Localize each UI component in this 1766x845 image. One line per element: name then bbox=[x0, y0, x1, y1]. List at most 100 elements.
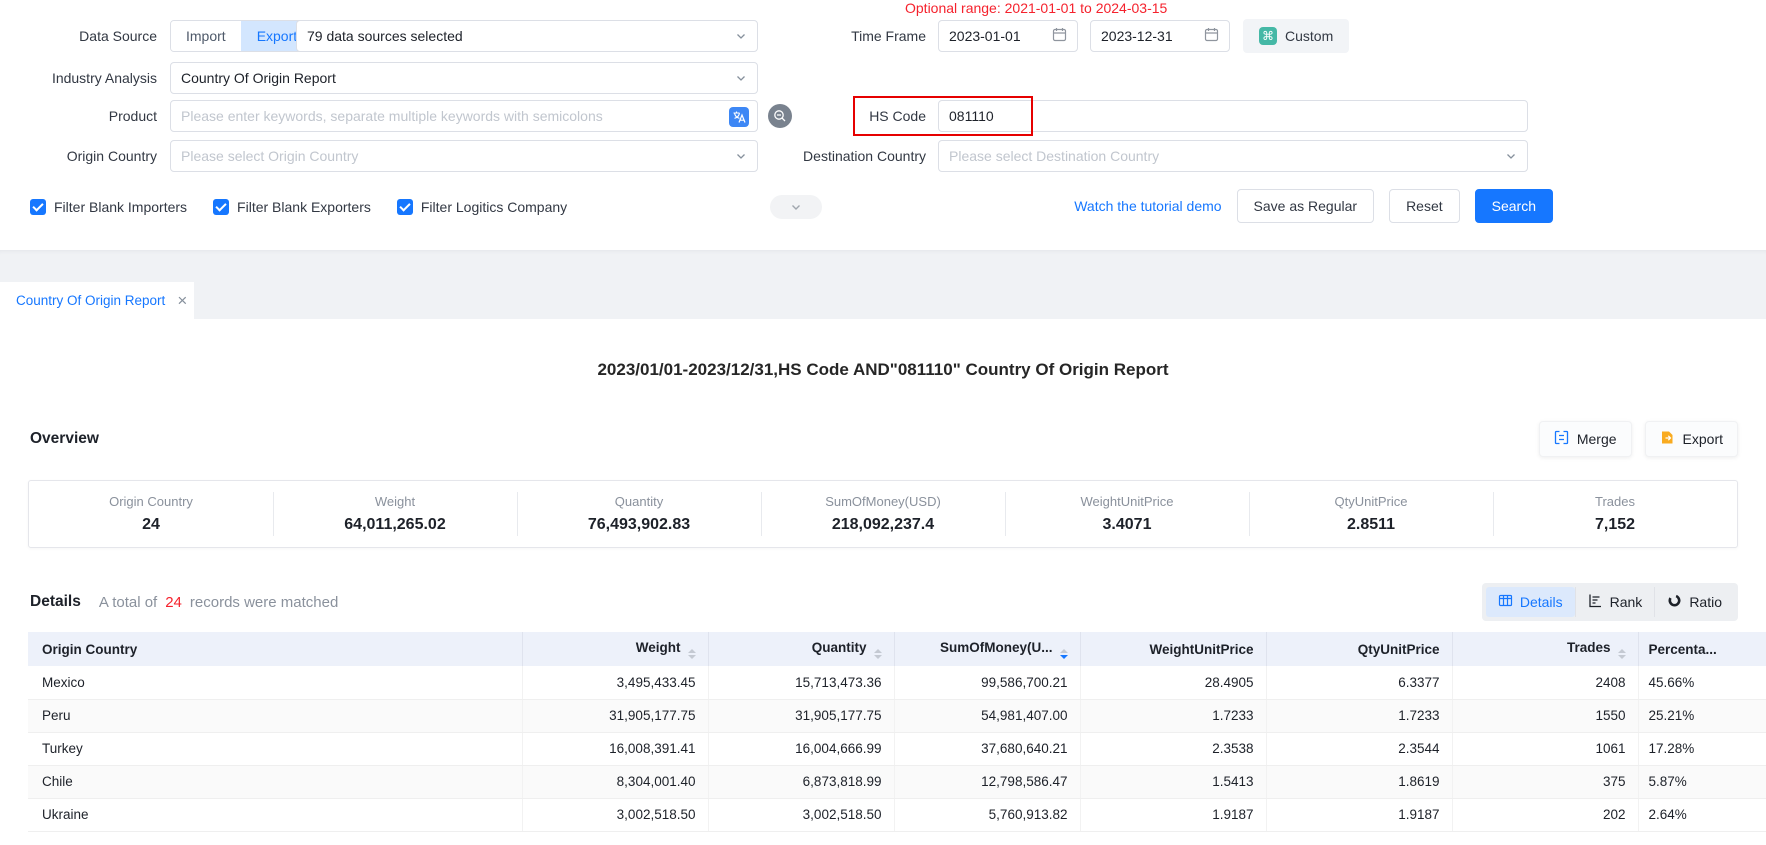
cell-weight: 3,495,433.45 bbox=[522, 666, 708, 699]
filter-checkbox-filter-logitics-company[interactable]: Filter Logitics Company bbox=[397, 199, 567, 215]
hs-code-input[interactable]: 081110 bbox=[938, 100, 1528, 132]
app-root: Optional range: 2021-01-01 to 2024-03-15… bbox=[0, 0, 1766, 845]
rank-chart-icon bbox=[1588, 593, 1603, 611]
table-header-row: Origin Country Weight Quantity SumOfMoney(U… bbox=[28, 632, 1766, 666]
stat-label: Weight bbox=[273, 494, 517, 509]
close-icon[interactable]: × bbox=[177, 292, 187, 309]
data-source-select[interactable]: 79 data sources selected bbox=[296, 20, 758, 52]
cell-weightunitprice: 28.4905 bbox=[1080, 666, 1266, 699]
stat-qtyunitprice: QtyUnitPrice2.8511 bbox=[1249, 494, 1493, 534]
sort-icon[interactable] bbox=[874, 649, 882, 659]
stat-trades: Trades7,152 bbox=[1493, 494, 1737, 534]
stat-sumofmoney-usd: SumOfMoney(USD)218,092,237.4 bbox=[761, 494, 1005, 534]
checkbox-icon bbox=[397, 199, 413, 215]
view-ratio-button[interactable]: Ratio bbox=[1654, 587, 1734, 617]
save-as-regular-button[interactable]: Save as Regular bbox=[1237, 189, 1375, 223]
column-header-qtyunitprice: QtyUnitPrice bbox=[1266, 632, 1452, 666]
cell-qtyunitprice: 2.3544 bbox=[1266, 732, 1452, 765]
search-button[interactable]: Search bbox=[1475, 189, 1553, 223]
sort-icon[interactable] bbox=[1618, 649, 1626, 659]
total-count: 24 bbox=[165, 594, 182, 611]
cell-origin-country: Mexico bbox=[28, 666, 522, 699]
column-header-trades[interactable]: Trades bbox=[1452, 632, 1638, 666]
cell-weight: 8,304,001.40 bbox=[522, 765, 708, 798]
column-label: Weight bbox=[636, 640, 681, 655]
stat-value: 64,011,265.02 bbox=[273, 516, 517, 534]
cell-quantity: 31,905,177.75 bbox=[708, 699, 894, 732]
row-filter-actions: Filter Blank Importers Filter Blank Expor… bbox=[0, 190, 1766, 224]
export-label: Export bbox=[1683, 431, 1723, 447]
checkbox-icon bbox=[30, 199, 46, 215]
filter-actions: Watch the tutorial demo Save as Regular … bbox=[1074, 189, 1553, 223]
view-rank-button[interactable]: Rank bbox=[1575, 587, 1655, 617]
industry-analysis-select[interactable]: Country Of Origin Report bbox=[170, 62, 758, 94]
destination-country-label: Destination Country bbox=[700, 140, 926, 172]
stat-label: QtyUnitPrice bbox=[1249, 494, 1493, 509]
optional-range-note: Optional range: 2021-01-01 to 2024-03-15 bbox=[905, 0, 1167, 16]
start-date-input[interactable]: 2023-01-01 bbox=[938, 20, 1078, 52]
import-toggle[interactable]: Import bbox=[171, 21, 241, 51]
cell-percenta: 45.66% bbox=[1638, 666, 1766, 699]
checkbox-label: Filter Blank Importers bbox=[54, 199, 187, 215]
view-toggle-group: DetailsRankRatio bbox=[1482, 583, 1738, 621]
table-row-mexico: Mexico3,495,433.4515,713,473.3699,586,70… bbox=[28, 666, 1766, 699]
collapse-filters-button[interactable] bbox=[770, 195, 822, 219]
overview-header: Overview Merge Export bbox=[30, 420, 1738, 458]
stat-label: SumOfMoney(USD) bbox=[761, 494, 1005, 509]
product-placeholder: Please enter keywords, separate multiple… bbox=[181, 108, 747, 124]
cell-weightunitprice: 1.9187 bbox=[1080, 798, 1266, 831]
table-row-ukraine: Ukraine3,002,518.503,002,518.505,760,913… bbox=[28, 798, 1766, 831]
cell-trades: 1061 bbox=[1452, 732, 1638, 765]
merge-button[interactable]: Merge bbox=[1539, 421, 1632, 457]
column-header-weight[interactable]: Weight bbox=[522, 632, 708, 666]
column-header-quantity[interactable]: Quantity bbox=[708, 632, 894, 666]
checkbox-label: Filter Blank Exporters bbox=[237, 199, 371, 215]
column-header-origin-country: Origin Country bbox=[28, 632, 522, 666]
stat-value: 7,152 bbox=[1493, 516, 1737, 534]
sort-icon[interactable] bbox=[1060, 649, 1068, 659]
column-label: SumOfMoney(U... bbox=[940, 640, 1053, 655]
column-header-percenta: Percenta... bbox=[1638, 632, 1766, 666]
cell-qtyunitprice: 1.9187 bbox=[1266, 798, 1452, 831]
filter-checkbox-filter-blank-importers[interactable]: Filter Blank Importers bbox=[30, 199, 187, 215]
cell-qtyunitprice: 1.7233 bbox=[1266, 699, 1452, 732]
end-date-value: 2023-12-31 bbox=[1101, 28, 1204, 44]
view-details-button[interactable]: Details bbox=[1486, 587, 1575, 617]
cell-qtyunitprice: 1.8619 bbox=[1266, 765, 1452, 798]
cell-quantity: 3,002,518.50 bbox=[708, 798, 894, 831]
tutorial-link[interactable]: Watch the tutorial demo bbox=[1074, 198, 1221, 214]
reset-button[interactable]: Reset bbox=[1389, 189, 1460, 223]
merge-icon bbox=[1554, 430, 1569, 448]
cell-weight: 16,008,391.41 bbox=[522, 732, 708, 765]
end-date-input[interactable]: 2023-12-31 bbox=[1090, 20, 1230, 52]
stat-weightunitprice: WeightUnitPrice3.4071 bbox=[1005, 494, 1249, 534]
column-header-sumofmoney-u[interactable]: SumOfMoney(U... bbox=[894, 632, 1080, 666]
filter-checkbox-filter-blank-exporters[interactable]: Filter Blank Exporters bbox=[213, 199, 371, 215]
checkbox-icon bbox=[213, 199, 229, 215]
column-header-weightunitprice: WeightUnitPrice bbox=[1080, 632, 1266, 666]
start-date-value: 2023-01-01 bbox=[949, 28, 1052, 44]
sort-icon[interactable] bbox=[688, 649, 696, 659]
data-source-label: Data Source bbox=[0, 20, 157, 52]
cell-origin-country: Chile bbox=[28, 765, 522, 798]
cell-trades: 2408 bbox=[1452, 666, 1638, 699]
export-button[interactable]: Export bbox=[1645, 421, 1738, 457]
calendar-icon bbox=[1204, 27, 1219, 45]
cell-trades: 375 bbox=[1452, 765, 1638, 798]
origin-country-select[interactable]: Please select Origin Country bbox=[170, 140, 758, 172]
export-file-icon bbox=[1660, 430, 1675, 448]
row-data-source: Data Source Import Export 79 data source… bbox=[0, 20, 1766, 52]
product-input[interactable]: Please enter keywords, separate multiple… bbox=[170, 100, 758, 132]
total-suffix: records were matched bbox=[190, 594, 338, 611]
donut-chart-icon bbox=[1667, 593, 1682, 611]
cell-weightunitprice: 2.3538 bbox=[1080, 732, 1266, 765]
destination-country-select[interactable]: Please select Destination Country bbox=[938, 140, 1528, 172]
custom-range-button[interactable]: ⌘ Custom bbox=[1243, 19, 1349, 53]
cell-percenta: 2.64% bbox=[1638, 798, 1766, 831]
tab-country-of-origin-report[interactable]: Country Of Origin Report × bbox=[0, 282, 194, 319]
cell-sumofmoney-u: 5,760,913.82 bbox=[894, 798, 1080, 831]
details-heading: Details bbox=[30, 593, 81, 611]
stat-value: 24 bbox=[29, 516, 273, 534]
cell-percenta: 25.21% bbox=[1638, 699, 1766, 732]
cell-weight: 31,905,177.75 bbox=[522, 699, 708, 732]
